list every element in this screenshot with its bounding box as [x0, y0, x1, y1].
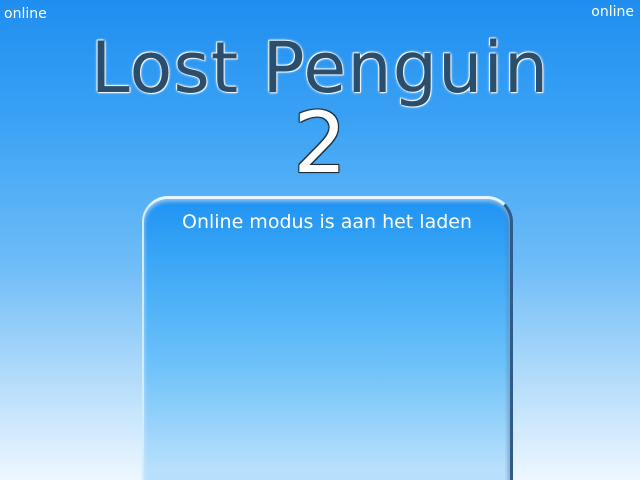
- loading-status-text: Online modus is aan het laden: [181, 211, 473, 233]
- online-status-right: online: [591, 4, 634, 20]
- game-title-number: 2: [293, 94, 347, 192]
- loading-panel: Online modus is aan het laden: [142, 196, 513, 480]
- online-status-left: online: [4, 6, 47, 22]
